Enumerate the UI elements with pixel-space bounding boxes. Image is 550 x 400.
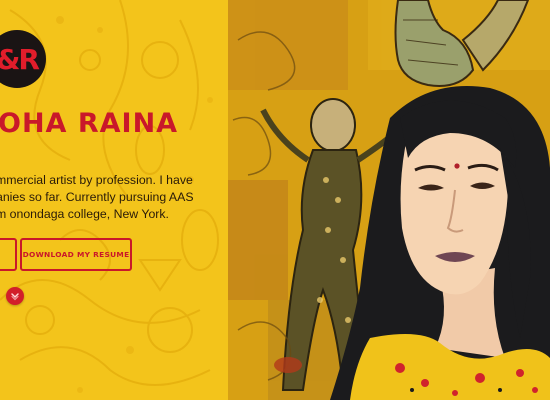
portrait-illustration xyxy=(330,78,550,400)
download-resume-button[interactable]: DOWNLOAD MY RESUME xyxy=(20,238,132,271)
chevron-down-icon xyxy=(11,293,19,301)
scroll-down-button[interactable] xyxy=(6,287,24,305)
hero-section: &R OHA RAINA mmercial artist by professi… xyxy=(0,0,550,400)
bio-line: mmercial artist by profession. I have xyxy=(0,173,193,187)
partial-button[interactable] xyxy=(0,238,17,271)
bio-line: m onondaga college, New York. xyxy=(0,207,169,221)
hero-bio: mmercial artist by profession. I have an… xyxy=(0,172,226,223)
logo-monogram: &R xyxy=(0,42,40,76)
hero-name-heading: OHA RAINA xyxy=(0,108,179,139)
download-resume-label: DOWNLOAD MY RESUME xyxy=(22,250,130,259)
bio-line: anies so far. Currently pursuing AAS xyxy=(0,190,194,204)
